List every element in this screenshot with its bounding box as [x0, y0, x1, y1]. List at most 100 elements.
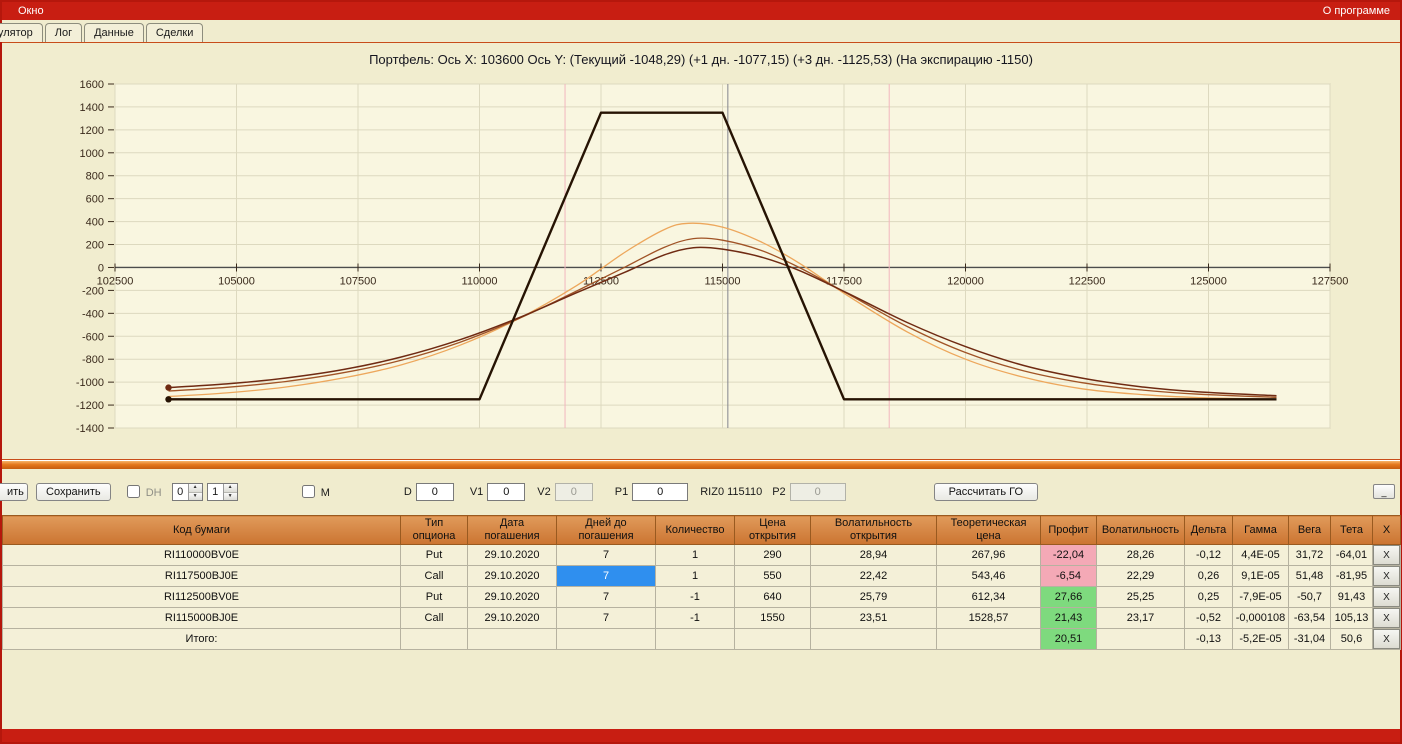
- cell[interactable]: 105,13: [1330, 607, 1373, 629]
- tab-log[interactable]: Лог: [44, 23, 83, 42]
- cell[interactable]: [734, 628, 811, 650]
- cell[interactable]: [1096, 628, 1185, 650]
- cell[interactable]: 29.10.2020: [467, 544, 557, 566]
- cell[interactable]: [400, 628, 468, 650]
- cell[interactable]: -0,000108: [1232, 607, 1289, 629]
- cell[interactable]: 25,79: [810, 586, 937, 608]
- save-button[interactable]: Сохранить: [36, 483, 111, 501]
- cell[interactable]: 29.10.2020: [467, 565, 557, 587]
- tab-deals[interactable]: Сделки: [145, 23, 204, 42]
- load-button[interactable]: ить: [0, 483, 28, 501]
- cell[interactable]: 9,1E-05: [1232, 565, 1289, 587]
- cell[interactable]: -81,95: [1330, 565, 1373, 587]
- spinner-down-icon[interactable]: ▼: [223, 492, 237, 500]
- cell[interactable]: 1550: [734, 607, 811, 629]
- d-input[interactable]: [415, 483, 454, 501]
- cell[interactable]: 543,46: [936, 565, 1041, 587]
- m-checkbox[interactable]: [301, 485, 315, 498]
- cell[interactable]: 20,51: [1040, 628, 1097, 650]
- delete-row-button[interactable]: X: [1373, 608, 1400, 628]
- cell[interactable]: 29.10.2020: [467, 607, 557, 629]
- cell[interactable]: 27,66: [1040, 586, 1097, 608]
- tab-calculator[interactable]: кулятор: [0, 23, 43, 42]
- cell[interactable]: Put: [400, 544, 468, 566]
- cell[interactable]: 25,25: [1096, 586, 1185, 608]
- cell[interactable]: 23,17: [1096, 607, 1185, 629]
- column-header[interactable]: X: [1372, 515, 1401, 545]
- column-header[interactable]: Волатильность: [1096, 515, 1185, 545]
- column-header[interactable]: Цена открытия: [734, 515, 811, 545]
- dh-spinner-2[interactable]: 1 ▲ ▼: [206, 483, 238, 501]
- column-header[interactable]: Код бумаги: [2, 515, 401, 545]
- cell[interactable]: [556, 628, 656, 650]
- cell[interactable]: -22,04: [1040, 544, 1097, 566]
- menu-about[interactable]: О программе: [1323, 5, 1390, 17]
- spinner-up-icon[interactable]: ▲: [188, 484, 202, 493]
- cell[interactable]: 0,25: [1184, 586, 1233, 608]
- cell[interactable]: -7,9E-05: [1232, 586, 1289, 608]
- cell[interactable]: Call: [400, 565, 468, 587]
- cell[interactable]: 550: [734, 565, 811, 587]
- column-header[interactable]: Профит: [1040, 515, 1097, 545]
- cell[interactable]: -31,04: [1288, 628, 1331, 650]
- cell[interactable]: [936, 628, 1041, 650]
- p1-input[interactable]: [632, 483, 689, 501]
- cell[interactable]: Итого:: [2, 628, 401, 650]
- cell[interactable]: 31,72: [1288, 544, 1331, 566]
- v2-input[interactable]: [554, 483, 593, 501]
- v1-input[interactable]: [487, 483, 526, 501]
- cell[interactable]: -5,2E-05: [1232, 628, 1289, 650]
- spinner-down-icon[interactable]: ▼: [188, 492, 202, 500]
- cell[interactable]: 612,34: [936, 586, 1041, 608]
- cell[interactable]: -0,12: [1184, 544, 1233, 566]
- p2-input[interactable]: [789, 483, 846, 501]
- dh-checkbox[interactable]: [126, 485, 140, 498]
- tab-data[interactable]: Данные: [84, 23, 144, 42]
- cell[interactable]: [655, 628, 735, 650]
- cell[interactable]: RI112500BV0E: [2, 586, 401, 608]
- cell[interactable]: 7: [556, 607, 656, 629]
- column-header[interactable]: Дата погашения: [467, 515, 557, 545]
- portfolio-payoff-chart[interactable]: 16001400120010008006004002000-200-400-60…: [2, 76, 1400, 450]
- delete-row-button[interactable]: X: [1373, 587, 1400, 607]
- delete-row-button[interactable]: X: [1373, 629, 1400, 649]
- cell[interactable]: 29.10.2020: [467, 586, 557, 608]
- delete-row-button[interactable]: X: [1373, 545, 1400, 565]
- column-header[interactable]: Количество: [655, 515, 735, 545]
- cell[interactable]: 0,26: [1184, 565, 1233, 587]
- column-header[interactable]: Теоретическая цена: [936, 515, 1041, 545]
- column-header[interactable]: Тета: [1330, 515, 1373, 545]
- cell[interactable]: 267,96: [936, 544, 1041, 566]
- cell[interactable]: 7: [556, 586, 656, 608]
- column-header[interactable]: Тип опциона: [400, 515, 468, 545]
- cell[interactable]: -1: [655, 586, 735, 608]
- cell[interactable]: 22,42: [810, 565, 937, 587]
- cell[interactable]: Call: [400, 607, 468, 629]
- cell[interactable]: 4,4E-05: [1232, 544, 1289, 566]
- cell[interactable]: 28,26: [1096, 544, 1185, 566]
- cell[interactable]: 21,43: [1040, 607, 1097, 629]
- cell[interactable]: -63,54: [1288, 607, 1331, 629]
- collapse-button[interactable]: _: [1373, 484, 1395, 499]
- column-header[interactable]: Гамма: [1232, 515, 1289, 545]
- cell[interactable]: 7: [556, 544, 656, 566]
- cell[interactable]: 1: [655, 544, 735, 566]
- cell[interactable]: [467, 628, 557, 650]
- cell[interactable]: [810, 628, 937, 650]
- spinner-up-icon[interactable]: ▲: [223, 484, 237, 493]
- splitter-bar[interactable]: [2, 460, 1400, 469]
- cell[interactable]: -50,7: [1288, 586, 1331, 608]
- column-header[interactable]: Волатильность открытия: [810, 515, 937, 545]
- cell[interactable]: 50,6: [1330, 628, 1373, 650]
- cell[interactable]: -0,13: [1184, 628, 1233, 650]
- cell[interactable]: 91,43: [1330, 586, 1373, 608]
- cell[interactable]: RI115000BJ0E: [2, 607, 401, 629]
- cell[interactable]: 1528,57: [936, 607, 1041, 629]
- delete-row-button[interactable]: X: [1373, 566, 1400, 586]
- calc-go-button[interactable]: Рассчитать ГО: [933, 483, 1039, 501]
- cell[interactable]: RI117500BJ0E: [2, 565, 401, 587]
- cell[interactable]: 7: [556, 565, 656, 587]
- cell[interactable]: -0,52: [1184, 607, 1233, 629]
- cell[interactable]: 1: [655, 565, 735, 587]
- column-header[interactable]: Дельта: [1184, 515, 1233, 545]
